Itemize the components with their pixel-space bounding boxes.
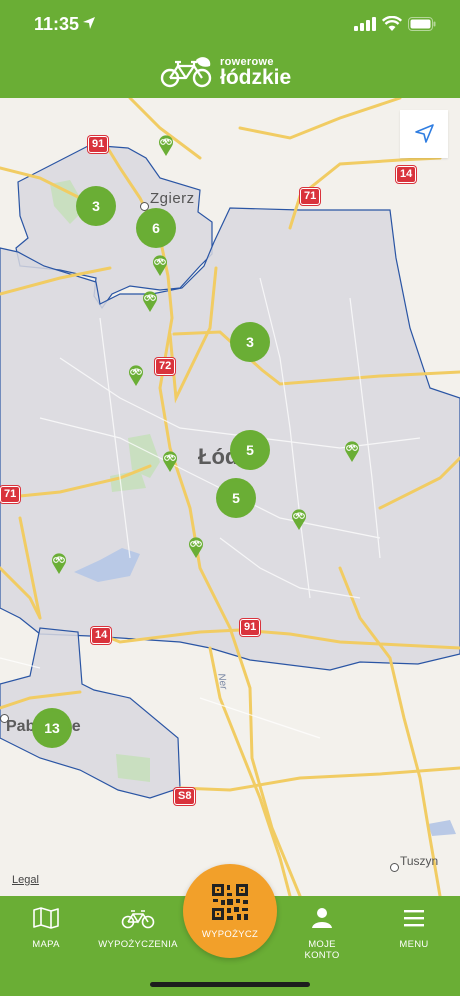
station-cluster-marker[interactable]: 3: [76, 186, 116, 226]
station-cluster-marker[interactable]: 5: [230, 430, 270, 470]
map-icon: [33, 907, 59, 929]
tab-menu[interactable]: MENU: [368, 906, 460, 950]
service-zone-pabianice: [0, 627, 181, 799]
signal-icon: [354, 17, 376, 31]
status-icons: [354, 14, 436, 34]
bike-icon: [121, 910, 155, 929]
bike-station-pin-icon[interactable]: [158, 134, 174, 156]
place-label-tuszyn: Tuszyn: [400, 854, 439, 868]
home-indicator: [150, 982, 310, 987]
bike-station-pin-icon[interactable]: [152, 254, 168, 276]
road-shield-14-east: 14: [396, 166, 417, 183]
bike-station-pin-icon[interactable]: [344, 440, 360, 462]
tab-menu-label: MENU: [399, 939, 429, 950]
road-shield-71-east: 71: [300, 188, 321, 205]
rent-scan-button[interactable]: WYPOŻYCZ: [183, 864, 277, 958]
location-arrow-icon: [83, 17, 95, 29]
locate-me-button[interactable]: [400, 110, 448, 158]
app-header: 11:35 rowerowe łódzkie: [0, 0, 460, 98]
user-icon: [312, 908, 332, 928]
bike-station-pin-icon[interactable]: [142, 290, 158, 312]
road-shield-91-south: 91: [240, 619, 261, 636]
station-cluster-marker[interactable]: 5: [216, 478, 256, 518]
brand-logo: rowerowe łódzkie: [160, 54, 291, 90]
road-shield-s8: S8: [174, 788, 196, 805]
tab-map[interactable]: MAPA: [0, 906, 92, 950]
road-shield-91-north: 91: [88, 136, 109, 153]
status-time: 11:35: [34, 14, 80, 34]
wifi-icon: [382, 16, 402, 31]
rent-scan-label: WYPOŻYCZ: [201, 928, 259, 940]
bike-station-pin-icon[interactable]: [162, 450, 178, 472]
station-cluster-marker[interactable]: 13: [32, 708, 72, 748]
bike-station-pin-icon[interactable]: [51, 552, 67, 574]
bike-station-pin-icon[interactable]: [188, 536, 204, 558]
tab-rentals-label: WYPOŻYCZENIA: [98, 939, 178, 950]
road-shield-72: 72: [155, 358, 176, 375]
station-cluster-marker[interactable]: 6: [136, 208, 176, 248]
tab-rentals[interactable]: WYPOŻYCZENIA: [92, 906, 184, 950]
map-legal-link[interactable]: Legal: [12, 874, 39, 886]
tab-my-account[interactable]: MOJE KONTO: [276, 906, 368, 961]
tab-my-account-label: MOJE KONTO: [304, 939, 340, 961]
map-view[interactable]: Zgierz Łódź Pabianice Tuszyn Ner 91 71 1…: [0, 98, 460, 896]
tandem-bike-logo-icon: [160, 57, 212, 88]
battery-icon: [408, 17, 436, 31]
tab-map-label: MAPA: [32, 939, 60, 950]
brand-line-2: łódzkie: [220, 65, 292, 89]
qr-code-icon: [212, 883, 248, 920]
navigation-arrow-icon: [415, 124, 434, 143]
place-label-zgierz: Zgierz: [150, 190, 195, 207]
station-cluster-marker[interactable]: 3: [230, 322, 270, 362]
hamburger-menu-icon: [404, 910, 424, 927]
bike-station-pin-icon[interactable]: [291, 508, 307, 530]
tuszyn-dot: [390, 863, 399, 872]
road-shield-71-west: 71: [0, 486, 21, 503]
road-shield-14-south: 14: [91, 627, 112, 644]
bike-station-pin-icon[interactable]: [128, 364, 144, 386]
